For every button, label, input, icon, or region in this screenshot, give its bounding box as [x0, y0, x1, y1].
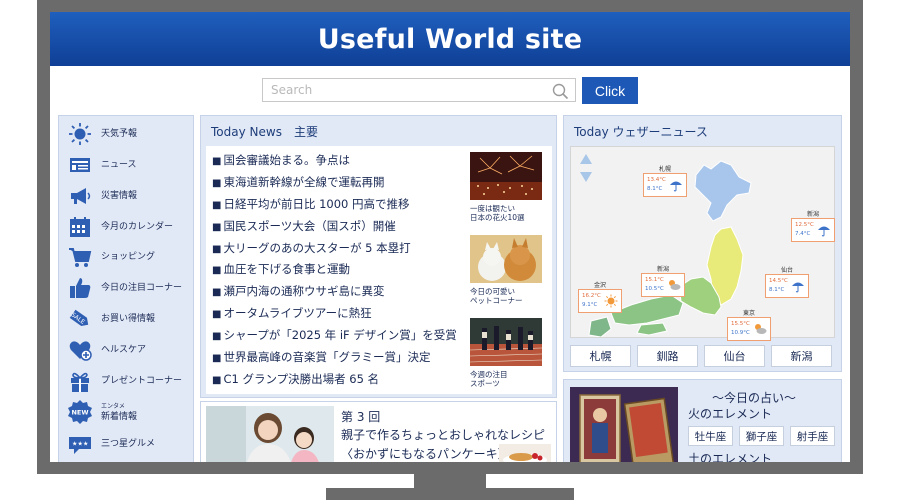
newspaper-icon — [67, 152, 93, 178]
sidebar: 天気予報 ニュース 災害情報 今月のカレンダー ショッピング 今日の注目コーナー… — [58, 115, 194, 462]
sidebar-item-label: 天気予報 — [101, 129, 138, 139]
headline-link[interactable]: C1 グランプ決勝出場者 65 名 — [212, 369, 457, 391]
feature-caption-pets[interactable]: 今日の可愛い ペットコーナー — [470, 287, 550, 305]
headline-list: 国会審議始まる。争点は 東海道新幹線が全線で運転再開 日経平均が前日比 1000… — [212, 150, 457, 391]
sidebar-item-weather[interactable]: 天気予報 — [67, 120, 137, 148]
parent-child-cooking-photo — [206, 406, 334, 462]
cart-icon — [67, 244, 93, 270]
weather-card-niigata-2[interactable]: 新潟 15.1°C 10.5°C — [641, 266, 685, 297]
umbrella-icon — [818, 226, 830, 237]
sun-icon — [604, 294, 618, 308]
monitor-neck — [414, 474, 486, 488]
sidebar-item-featured[interactable]: 今日の注目コーナー — [67, 274, 182, 302]
weather-card-sendai[interactable]: 仙台 14.5°C 8.1°C — [765, 267, 809, 298]
weather-panel: Today ウェザーニュース 札幌 13.4°C 8.1°C 新潟 12.5°C… — [563, 115, 842, 372]
fortune-panel: 〜今日の占い〜 火のエレメント 牡牛座 獅子座 射手座 土のエレメント — [563, 379, 842, 462]
recipe-panel[interactable]: 第 3 回 親子で作るちょっとおしゃれなレシピ 〈おかずにもなるパンケーキ〉 — [200, 401, 557, 462]
news-panel-title: Today News 主要 — [211, 125, 318, 139]
calendar-icon — [67, 214, 93, 240]
sidebar-item-label: ショッピング — [101, 252, 156, 262]
headline-link[interactable]: シャープが「2025 年 iF デザイン賞」を受賞 — [212, 325, 456, 347]
news-panel: Today News 主要 国会審議始まる。争点は 東海道新幹線が全線で運転再開… — [200, 115, 557, 398]
svg-text:NEW: NEW — [71, 409, 88, 417]
sidebar-item-label: ニュース — [101, 160, 137, 170]
pets-thumbnail[interactable] — [470, 235, 542, 283]
search-input[interactable] — [263, 79, 559, 101]
sidebar-item-calendar[interactable]: 今月のカレンダー — [67, 213, 173, 241]
feature-caption-fireworks[interactable]: 一度は観たい 日本の花火10選 — [470, 204, 550, 222]
weather-card-niigata[interactable]: 新潟 12.5°C 7.4°C — [791, 211, 835, 242]
earth-element-label: 土のエレメント — [688, 452, 773, 462]
feature-caption-sports[interactable]: 今週の注目 スポーツ — [470, 370, 550, 388]
weather-card-kanazawa[interactable]: 金沢 16.2°C 9.1°C — [578, 282, 622, 313]
headline-link[interactable]: 世界最高峰の音楽賞「グラミー賞」決定 — [212, 347, 457, 369]
cloud-sun-icon — [669, 280, 681, 290]
megaphone-icon — [67, 183, 93, 209]
umbrella-icon — [792, 282, 804, 293]
sidebar-item-label: 災害情報 — [101, 191, 138, 201]
monitor-stand — [326, 488, 574, 500]
sign-button-sagittarius[interactable]: 射手座 — [790, 426, 835, 446]
sidebar-item-present[interactable]: プレゼントコーナー — [67, 367, 182, 395]
sidebar-item-new-arrivals[interactable]: NEW エンタメ 新着情報 — [67, 398, 137, 426]
headline-link[interactable]: 血圧を下げる食事と運動 — [212, 259, 457, 281]
thumbs-up-icon — [67, 275, 93, 301]
sign-button-taurus[interactable]: 牡牛座 — [688, 426, 733, 446]
umbrella-icon — [670, 181, 682, 192]
recipe-episode: 第 3 回 — [341, 410, 381, 424]
sidebar-item-label: 今日の注目コーナー — [101, 283, 183, 293]
city-button-niigata[interactable]: 新潟 — [771, 345, 832, 367]
weather-card-tokyo[interactable]: 東京 15.5°C 10.9°C — [727, 310, 771, 341]
search-box — [262, 78, 576, 102]
city-button-sapporo[interactable]: 札幌 — [570, 345, 631, 367]
heart-plus-icon — [67, 337, 93, 363]
site-title: Useful World site — [317, 23, 583, 55]
sidebar-item-disaster[interactable]: 災害情報 — [67, 182, 137, 210]
site-header: Useful World site — [50, 12, 850, 66]
fire-element-label: 火のエレメント — [688, 407, 773, 421]
headline-link[interactable]: オータムライブツアーに熱狂 — [212, 303, 457, 325]
sidebar-item-shopping[interactable]: ショッピング — [67, 243, 155, 271]
headline-link[interactable]: 東海道新幹線が全線で運転再開 — [212, 172, 457, 194]
headline-link[interactable]: 国会審議始まる。争点は — [212, 150, 457, 172]
japan-weather-map[interactable]: 札幌 13.4°C 8.1°C 新潟 12.5°C 7.4°C 仙台 14.5°C 8… — [570, 146, 835, 341]
headline-link[interactable]: 国民スポーツ大会（国スポ）開催 — [212, 216, 457, 238]
search-button[interactable]: Click — [582, 77, 638, 104]
sale-tag-icon: SALE — [67, 306, 93, 332]
sidebar-item-label: エンタメ 新着情報 — [101, 403, 138, 422]
gift-icon — [67, 368, 93, 394]
sign-button-leo[interactable]: 獅子座 — [739, 426, 784, 446]
search-icon[interactable] — [551, 82, 569, 100]
sidebar-item-deals[interactable]: SALE お買い得情報 — [67, 305, 155, 333]
fortune-heading: 〜今日の占い〜 — [712, 391, 797, 405]
svg-text:★: ★ — [83, 441, 88, 448]
sidebar-item-label: お買い得情報 — [101, 314, 156, 324]
weather-card-sapporo[interactable]: 札幌 13.4°C 8.1°C — [643, 166, 687, 197]
sidebar-item-news[interactable]: ニュース — [67, 151, 137, 179]
sports-thumbnail[interactable] — [470, 318, 542, 366]
three-stars-icon: ★ ★ ★ — [67, 431, 93, 457]
sidebar-item-gourmet[interactable]: ★ ★ ★ 三つ星グルメ — [67, 430, 155, 458]
tarot-card-image — [570, 387, 678, 462]
city-button-kushiro[interactable]: 釧路 — [637, 345, 698, 367]
sun-icon — [67, 121, 93, 147]
recipe-subtitle: 〈おかずにもなるパンケーキ〉 — [341, 447, 510, 461]
sidebar-item-label: 今月のカレンダー — [101, 222, 174, 232]
cloud-sun-icon — [755, 324, 767, 334]
weather-panel-title: Today ウェザーニュース — [574, 125, 708, 139]
headline-link[interactable]: 大リーグのあの大スターが 5 本塁打 — [212, 238, 457, 260]
sidebar-item-label: 三つ星グルメ — [101, 439, 156, 449]
pancake-photo — [499, 444, 551, 462]
recipe-title: 親子で作るちょっとおしゃれなレシピ — [341, 428, 546, 442]
city-button-sendai[interactable]: 仙台 — [704, 345, 765, 367]
sidebar-item-label: ヘルスケア — [101, 345, 147, 355]
fireworks-thumbnail[interactable] — [470, 152, 542, 200]
news-list-area: 国会審議始まる。争点は 東海道新幹線が全線で運転再開 日経平均が前日比 1000… — [206, 146, 552, 394]
headline-link[interactable]: 日経平均が前日比 1000 円高で推移 — [212, 194, 457, 216]
sidebar-item-healthcare[interactable]: ヘルスケア — [67, 336, 146, 364]
new-badge-icon: NEW — [67, 399, 93, 425]
sidebar-item-label: プレゼントコーナー — [101, 376, 183, 386]
headline-link[interactable]: 瀬戸内海の通称ウサギ島に異変 — [212, 281, 457, 303]
monitor-screen: Useful World site Click 天気予報 ニュース 災害情報 — [50, 12, 850, 462]
